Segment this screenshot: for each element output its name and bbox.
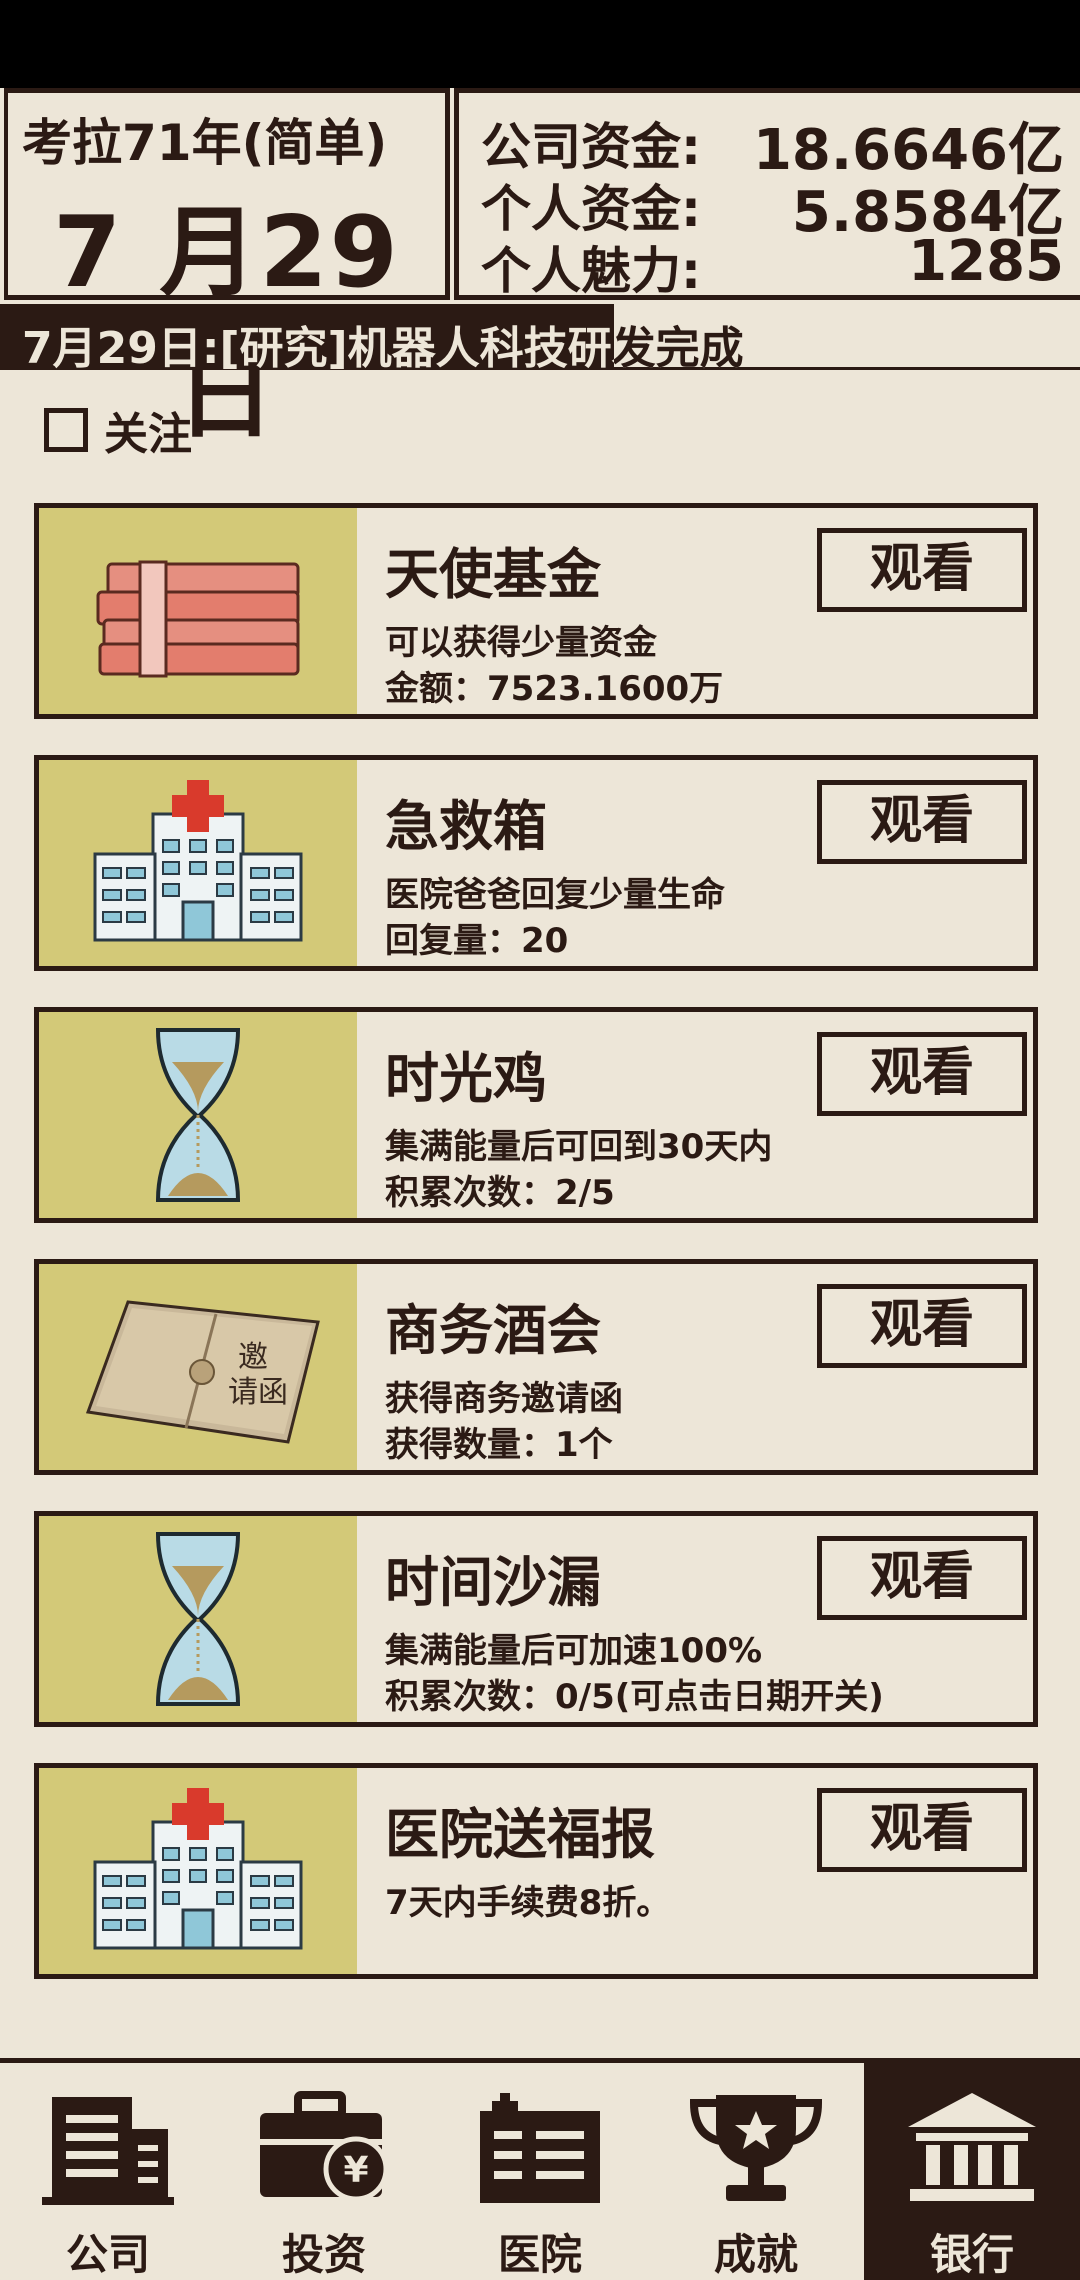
bank-icon bbox=[864, 2089, 1080, 2219]
card-desc-line1: 集满能量后可回到30天内 bbox=[385, 1127, 773, 1167]
hourglass-icon bbox=[39, 1012, 357, 1218]
svg-text:邀: 邀 bbox=[238, 1340, 268, 1375]
nav-label: 成就 bbox=[713, 2230, 798, 2279]
news-ticker: 7月29日:[研究]机器人科技研发完成 7月29日:[研究]机器人科技研发完成 bbox=[0, 304, 1080, 374]
nav-label: 银行 bbox=[929, 2230, 1014, 2279]
card-description: 医院爸爸回复少量生命 回复量：20 bbox=[385, 872, 725, 964]
card-description: 获得商务邀请函 获得数量：1个 bbox=[385, 1376, 623, 1468]
status-bar bbox=[0, 0, 1080, 88]
trophy-icon bbox=[648, 2089, 864, 2219]
card-desc-line2: 积累次数：2/5 bbox=[385, 1173, 615, 1213]
watch-button[interactable]: 观看 bbox=[817, 1284, 1027, 1368]
nav-label: 医院 bbox=[497, 2230, 582, 2279]
card-title: 商务酒会 bbox=[385, 1299, 601, 1362]
briefcase-icon: ¥ bbox=[216, 2089, 432, 2219]
watch-button[interactable]: 观看 bbox=[817, 528, 1027, 612]
follow-toggle[interactable]: 关注 bbox=[44, 400, 192, 460]
bottom-nav: 公司 ¥ 投资 医院 成就 银行 bbox=[0, 2058, 1080, 2280]
stats-box: 公司资金: 18.6646亿 个人资金: 5.8584亿 个人魅力: 1285 bbox=[454, 88, 1080, 300]
card-description: 可以获得少量资金 金额：7523.1600万 bbox=[385, 620, 723, 712]
header: 考拉71年(简单) 7 月29 日 公司资金: 18.6646亿 个人资金: 5… bbox=[0, 88, 1080, 452]
charisma-row: 个人魅力: 1285 bbox=[481, 229, 1064, 300]
year-label: 考拉71年(简单) bbox=[22, 114, 388, 172]
card-description: 集满能量后可回到30天内 积累次数：2/5 bbox=[385, 1124, 772, 1216]
follow-checkbox[interactable] bbox=[44, 408, 88, 452]
follow-label: 关注 bbox=[104, 409, 192, 460]
nav-label: 公司 bbox=[65, 2230, 150, 2279]
company-icon bbox=[0, 2089, 216, 2219]
card-hospital-blessing: 医院送福报 7天内手续费8折。 观看 bbox=[34, 1763, 1038, 1979]
card-desc-line1: 获得商务邀请函 bbox=[385, 1379, 623, 1419]
charisma-value: 1285 bbox=[908, 229, 1064, 294]
company-funds-row: 公司资金: 18.6646亿 bbox=[481, 107, 1064, 183]
personal-funds-row: 个人资金: 5.8584亿 bbox=[481, 169, 1064, 245]
card-time-hourglass: 时间沙漏 集满能量后可加速100% 积累次数：0/5(可点击日期开关) 观看 bbox=[34, 1511, 1038, 1727]
nav-bank[interactable]: 银行 bbox=[864, 2063, 1080, 2280]
card-desc-line2: 积累次数：0/5(可点击日期开关) bbox=[385, 1677, 884, 1717]
hospital-icon bbox=[39, 760, 357, 966]
card-desc-line1: 医院爸爸回复少量生命 bbox=[385, 875, 725, 915]
card-description: 7天内手续费8折。 bbox=[385, 1880, 670, 1926]
card-title: 医院送福报 bbox=[385, 1803, 655, 1866]
hourglass-icon bbox=[39, 1516, 357, 1722]
watch-button[interactable]: 观看 bbox=[817, 1032, 1027, 1116]
watch-button[interactable]: 观看 bbox=[817, 1788, 1027, 1872]
nav-company[interactable]: 公司 bbox=[0, 2063, 216, 2280]
card-desc-line1: 可以获得少量资金 bbox=[385, 623, 657, 663]
card-desc-line1: 7天内手续费8折。 bbox=[385, 1883, 671, 1923]
nav-hospital[interactable]: 医院 bbox=[432, 2063, 648, 2280]
hospital-building-icon bbox=[432, 2089, 648, 2219]
card-desc-line1: 集满能量后可加速100% bbox=[385, 1631, 763, 1671]
card-title: 时光鸡 bbox=[385, 1047, 547, 1110]
card-angel-fund: 天使基金 可以获得少量资金 金额：7523.1600万 观看 bbox=[34, 503, 1038, 719]
card-title: 时间沙漏 bbox=[385, 1551, 601, 1614]
watch-button[interactable]: 观看 bbox=[817, 780, 1027, 864]
charisma-label: 个人魅力: bbox=[481, 242, 701, 300]
watch-button[interactable]: 观看 bbox=[817, 1536, 1027, 1620]
nav-achievement[interactable]: 成就 bbox=[648, 2063, 864, 2280]
money-stack-icon bbox=[39, 508, 357, 714]
card-business-party: 邀 请函 商务酒会 获得商务邀请函 获得数量：1个 观看 bbox=[34, 1259, 1038, 1475]
card-desc-line2: 获得数量：1个 bbox=[385, 1425, 613, 1465]
card-title: 天使基金 bbox=[385, 543, 601, 606]
card-title: 急救箱 bbox=[385, 795, 547, 858]
nav-label: 投资 bbox=[281, 2230, 366, 2279]
card-first-aid: 急救箱 医院爸爸回复少量生命 回复量：20 观看 bbox=[34, 755, 1038, 971]
card-time-chicken: 时光鸡 集满能量后可回到30天内 积累次数：2/5 观看 bbox=[34, 1007, 1038, 1223]
nav-invest[interactable]: ¥ 投资 bbox=[216, 2063, 432, 2280]
date-box[interactable]: 考拉71年(简单) 7 月29 日 bbox=[4, 88, 450, 452]
invitation-icon: 邀 请函 bbox=[39, 1264, 357, 1470]
card-desc-line2: 金额：7523.1600万 bbox=[385, 669, 724, 709]
svg-text:请函: 请函 bbox=[228, 1375, 288, 1410]
card-description: 集满能量后可加速100% 积累次数：0/5(可点击日期开关) bbox=[385, 1628, 884, 1720]
svg-text:¥: ¥ bbox=[343, 2150, 368, 2191]
hospital-icon bbox=[39, 1768, 357, 1974]
card-desc-line2: 回复量：20 bbox=[385, 921, 569, 961]
